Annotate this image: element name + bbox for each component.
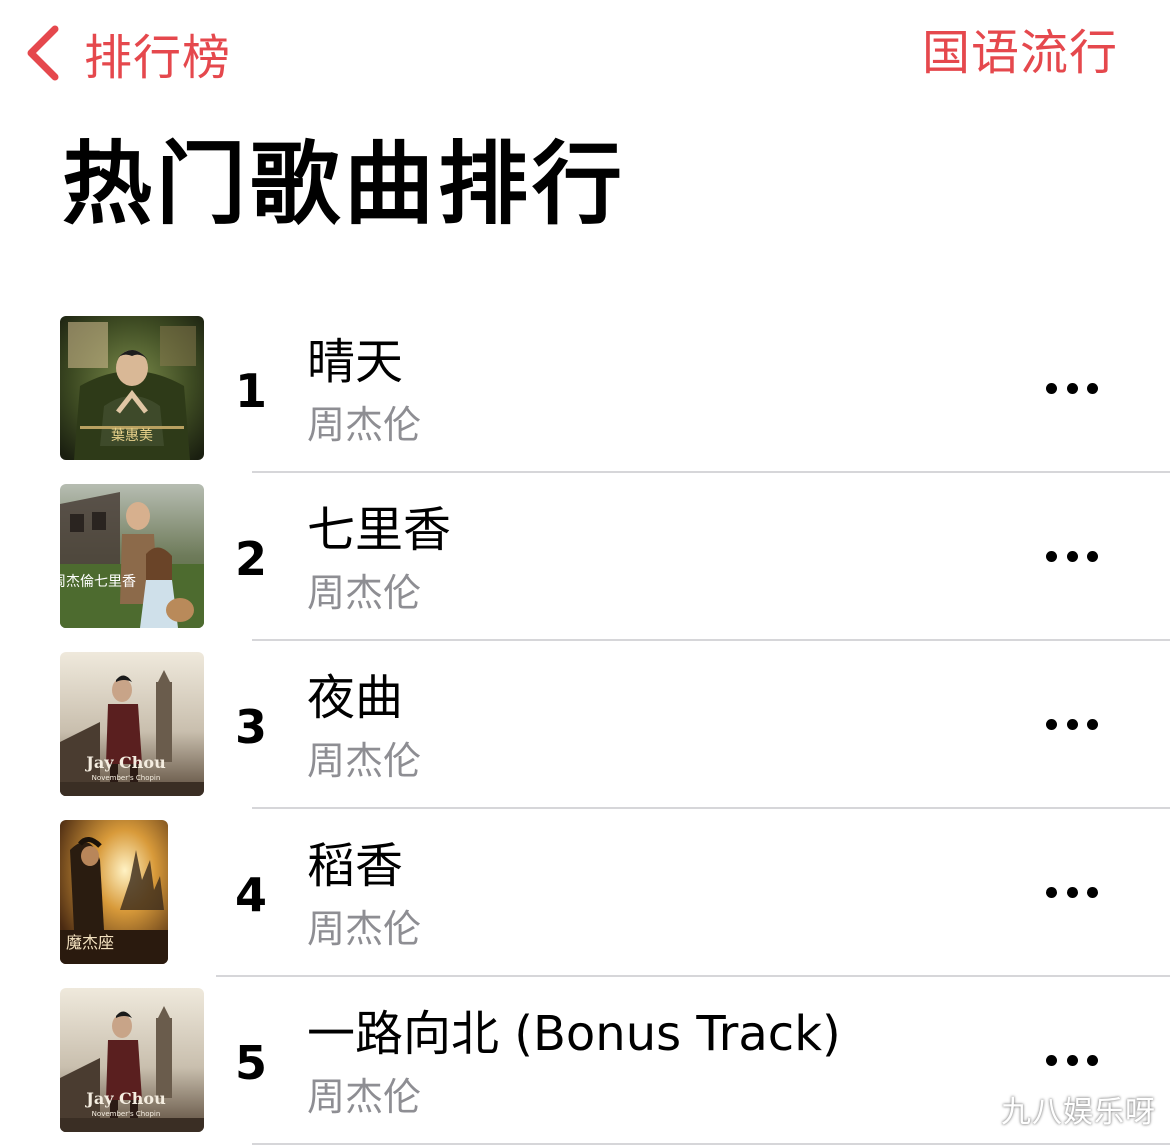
song-row[interactable]: 葉惠美 1 晴天 周杰伦 — [0, 305, 1170, 473]
svg-text:November's Chopin: November's Chopin — [92, 1110, 161, 1118]
rank-number: 2 — [234, 532, 267, 586]
rank-number: 4 — [234, 868, 267, 922]
more-options-button[interactable] — [1046, 879, 1098, 905]
ellipsis-icon — [1046, 1054, 1057, 1066]
song-artist: 周杰伦 — [307, 1075, 422, 1119]
genre-link[interactable]: 国语流行 — [922, 22, 1118, 84]
page-title: 热门歌曲排行 — [62, 132, 626, 237]
svg-text:葉惠美: 葉惠美 — [111, 428, 153, 444]
song-list: 葉惠美 1 晴天 周杰伦 周杰倫七里香 2 七里香 周杰伦 Jay Chou N… — [0, 305, 1170, 1145]
album-art: 魔杰座 — [60, 820, 168, 964]
song-title: 一路向北 (Bonus Track) — [307, 1006, 841, 1062]
song-title: 稻香 — [307, 838, 404, 894]
row-divider — [252, 1143, 1170, 1145]
svg-text:November's Chopin: November's Chopin — [92, 774, 161, 782]
navigation-bar: 排行榜 国语流行 — [0, 0, 1170, 110]
ellipsis-icon — [1046, 718, 1057, 730]
rank-number: 3 — [234, 700, 267, 754]
ellipsis-icon — [1046, 886, 1057, 898]
song-title: 夜曲 — [307, 670, 404, 726]
ellipsis-icon — [1046, 382, 1057, 394]
song-artist: 周杰伦 — [307, 571, 422, 615]
svg-text:周杰倫七里香: 周杰倫七里香 — [60, 574, 136, 590]
ellipsis-icon — [1046, 550, 1057, 562]
back-button[interactable]: 排行榜 — [22, 18, 231, 88]
song-title: 晴天 — [307, 334, 404, 390]
album-art: 周杰倫七里香 — [60, 484, 204, 628]
more-options-button[interactable] — [1046, 711, 1098, 737]
song-title: 七里香 — [307, 502, 452, 558]
svg-text:Jay Chou: Jay Chou — [84, 1089, 166, 1108]
song-row[interactable]: Jay Chou November's Chopin 5 一路向北 (Bonus… — [0, 977, 1170, 1145]
more-options-button[interactable] — [1046, 543, 1098, 569]
more-options-button[interactable] — [1046, 1047, 1098, 1073]
album-art: Jay Chou November's Chopin — [60, 652, 204, 796]
song-artist: 周杰伦 — [307, 403, 422, 447]
rank-number: 5 — [234, 1036, 267, 1090]
rank-number: 1 — [234, 364, 267, 418]
song-artist: 周杰伦 — [307, 907, 422, 951]
song-row[interactable]: 魔杰座 4 稻香 周杰伦 — [0, 809, 1170, 977]
song-artist: 周杰伦 — [307, 739, 422, 783]
back-button-label: 排行榜 — [84, 30, 232, 86]
chevron-left-icon — [22, 23, 62, 83]
svg-text:魔杰座: 魔杰座 — [66, 933, 114, 952]
song-row[interactable]: 周杰倫七里香 2 七里香 周杰伦 — [0, 473, 1170, 641]
watermark: 九八娱乐呀 — [1001, 1095, 1156, 1130]
album-art: 葉惠美 — [60, 316, 204, 460]
svg-text:Jay Chou: Jay Chou — [84, 753, 166, 772]
album-art: Jay Chou November's Chopin — [60, 988, 204, 1132]
song-row[interactable]: Jay Chou November's Chopin 3 夜曲 周杰伦 — [0, 641, 1170, 809]
more-options-button[interactable] — [1046, 375, 1098, 401]
